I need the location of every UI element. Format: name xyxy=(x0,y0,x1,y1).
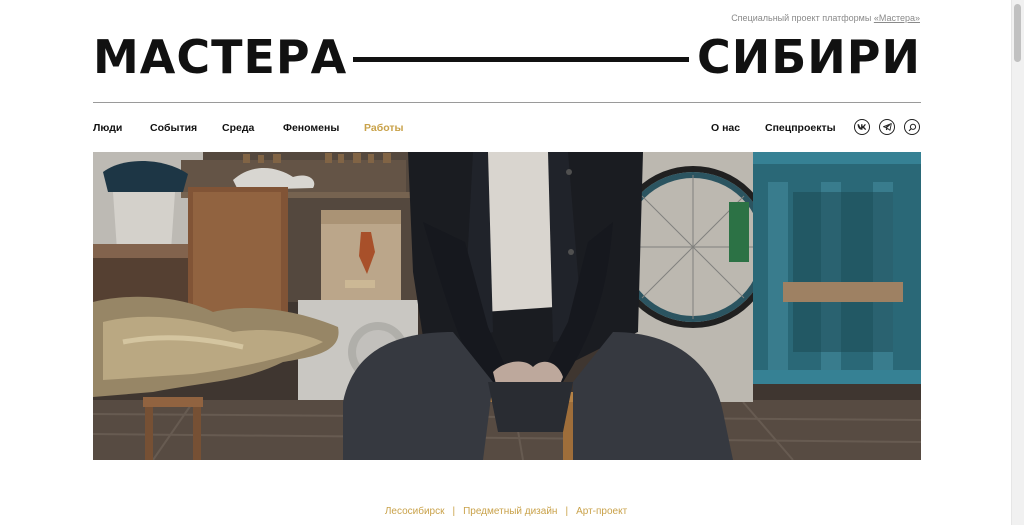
nav-item-works[interactable]: Работы xyxy=(364,122,403,134)
telegram-icon[interactable] xyxy=(879,119,895,135)
tag-type[interactable]: Арт-проект xyxy=(576,506,627,517)
site-logo[interactable]: МАСТЕРА СИБИРИ xyxy=(93,34,921,80)
nav-item-events[interactable]: События xyxy=(150,122,197,134)
header-divider xyxy=(93,102,921,103)
vk-icon[interactable] xyxy=(854,119,870,135)
logo-dash xyxy=(353,56,689,62)
nav-item-special-projects[interactable]: Спецпроекты xyxy=(765,122,836,134)
tag-separator: | xyxy=(452,506,456,517)
hero-illustration xyxy=(93,152,921,460)
nav-item-about[interactable]: О нас xyxy=(711,122,740,134)
special-project-note: Специальный проект платформы «Мастера» xyxy=(731,13,920,23)
tag-category[interactable]: Предметный дизайн xyxy=(463,506,557,517)
tag-location[interactable]: Лесосибирск xyxy=(385,506,445,517)
logo-word-left: МАСТЕРА xyxy=(93,30,348,84)
page-scrollbar[interactable] xyxy=(1011,0,1024,525)
tag-separator: | xyxy=(565,506,569,517)
search-icon[interactable] xyxy=(904,119,920,135)
page: Специальный проект платформы «Мастера» М… xyxy=(0,0,1012,525)
scrollbar-thumb[interactable] xyxy=(1014,4,1021,62)
nav-item-people[interactable]: Люди xyxy=(93,122,122,134)
article-tags: Лесосибирск | Предметный дизайн | Арт-проект xyxy=(0,506,1012,517)
hero-photo[interactable] xyxy=(93,152,921,460)
main-nav: Люди События Среда Феномены Работы О нас… xyxy=(93,119,921,136)
platform-link[interactable]: «Мастера» xyxy=(874,13,920,23)
special-project-text: Специальный проект платформы xyxy=(731,13,874,23)
nav-item-phenomena[interactable]: Феномены xyxy=(283,122,339,134)
logo-word-right: СИБИРИ xyxy=(696,30,921,84)
nav-item-environment[interactable]: Среда xyxy=(222,122,254,134)
